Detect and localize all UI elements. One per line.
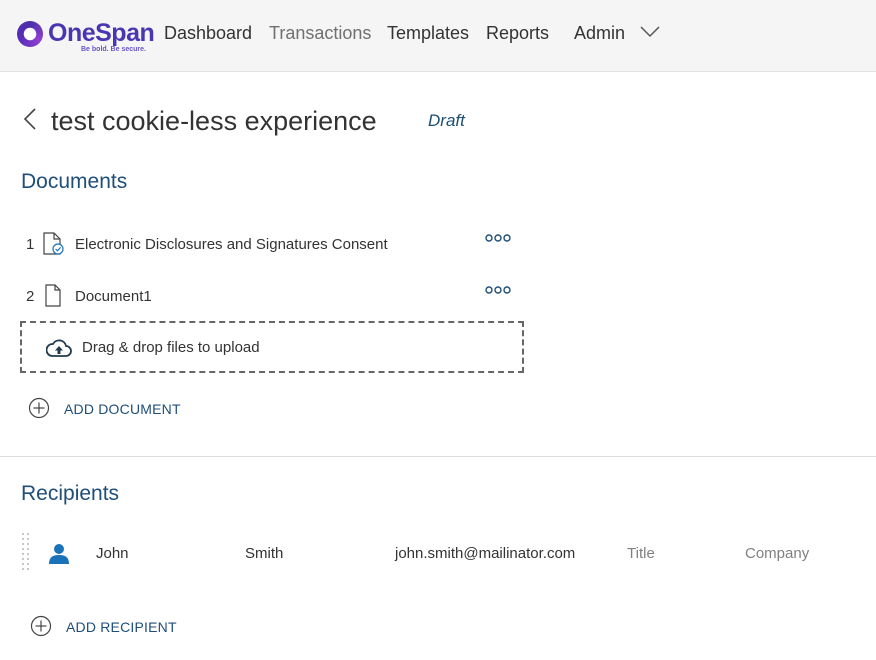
more-options-icon[interactable] bbox=[485, 284, 513, 296]
status-badge: Draft bbox=[428, 111, 465, 130]
document-number: 2 bbox=[26, 288, 35, 305]
documents-heading: Documents bbox=[21, 170, 128, 193]
recipients-heading: Recipients bbox=[21, 482, 120, 505]
add-recipient-label: ADD RECIPIENT bbox=[66, 619, 177, 635]
document-check-icon bbox=[43, 232, 64, 255]
nav-reports[interactable]: Reports bbox=[486, 22, 549, 44]
logo-name: OneSpan bbox=[48, 19, 155, 47]
add-circle-icon bbox=[28, 397, 50, 419]
document-icon bbox=[45, 284, 61, 307]
recipient-first-name[interactable]: John bbox=[96, 545, 129, 562]
logo-ring-icon bbox=[17, 21, 43, 47]
logo-tagline: Be bold. Be secure. bbox=[81, 46, 146, 53]
document-row[interactable]: 2 Document1 bbox=[26, 284, 526, 312]
dropzone-text: Drag & drop files to upload bbox=[82, 339, 260, 356]
transaction-title[interactable]: test cookie-less experience bbox=[51, 104, 377, 138]
recipient-email[interactable]: john.smith@mailinator.com bbox=[395, 545, 575, 562]
back-arrow-icon[interactable] bbox=[22, 108, 38, 130]
nav-dashboard[interactable]: Dashboard bbox=[164, 22, 252, 44]
top-navigation-bar: OneSpan Be bold. Be secure. Dashboard Tr… bbox=[0, 0, 876, 72]
file-dropzone[interactable]: Drag & drop files to upload bbox=[20, 321, 524, 373]
more-options-icon[interactable] bbox=[485, 232, 513, 244]
recipient-title-field[interactable]: Title bbox=[627, 545, 655, 562]
drag-handle-icon[interactable] bbox=[22, 532, 30, 574]
recipient-row[interactable]: John Smith john.smith@mailinator.com Tit… bbox=[20, 532, 860, 574]
document-number: 1 bbox=[26, 236, 35, 253]
section-divider bbox=[0, 456, 876, 457]
document-name: Electronic Disclosures and Signatures Co… bbox=[75, 236, 388, 253]
chevron-down-icon[interactable] bbox=[640, 26, 660, 38]
cloud-upload-icon bbox=[46, 339, 72, 357]
user-icon bbox=[49, 544, 69, 564]
recipient-company-field[interactable]: Company bbox=[745, 545, 809, 562]
document-name: Document1 bbox=[75, 288, 152, 305]
nav-admin[interactable]: Admin bbox=[574, 22, 625, 44]
nav-templates[interactable]: Templates bbox=[387, 22, 469, 44]
document-row[interactable]: 1 Electronic Disclosures and Signatures … bbox=[26, 232, 526, 260]
onespan-logo[interactable]: OneSpan Be bold. Be secure. bbox=[17, 19, 155, 55]
nav-transactions[interactable]: Transactions bbox=[269, 22, 371, 44]
add-circle-icon bbox=[30, 615, 52, 637]
recipient-last-name[interactable]: Smith bbox=[245, 545, 283, 562]
add-document-label: ADD DOCUMENT bbox=[64, 401, 181, 417]
